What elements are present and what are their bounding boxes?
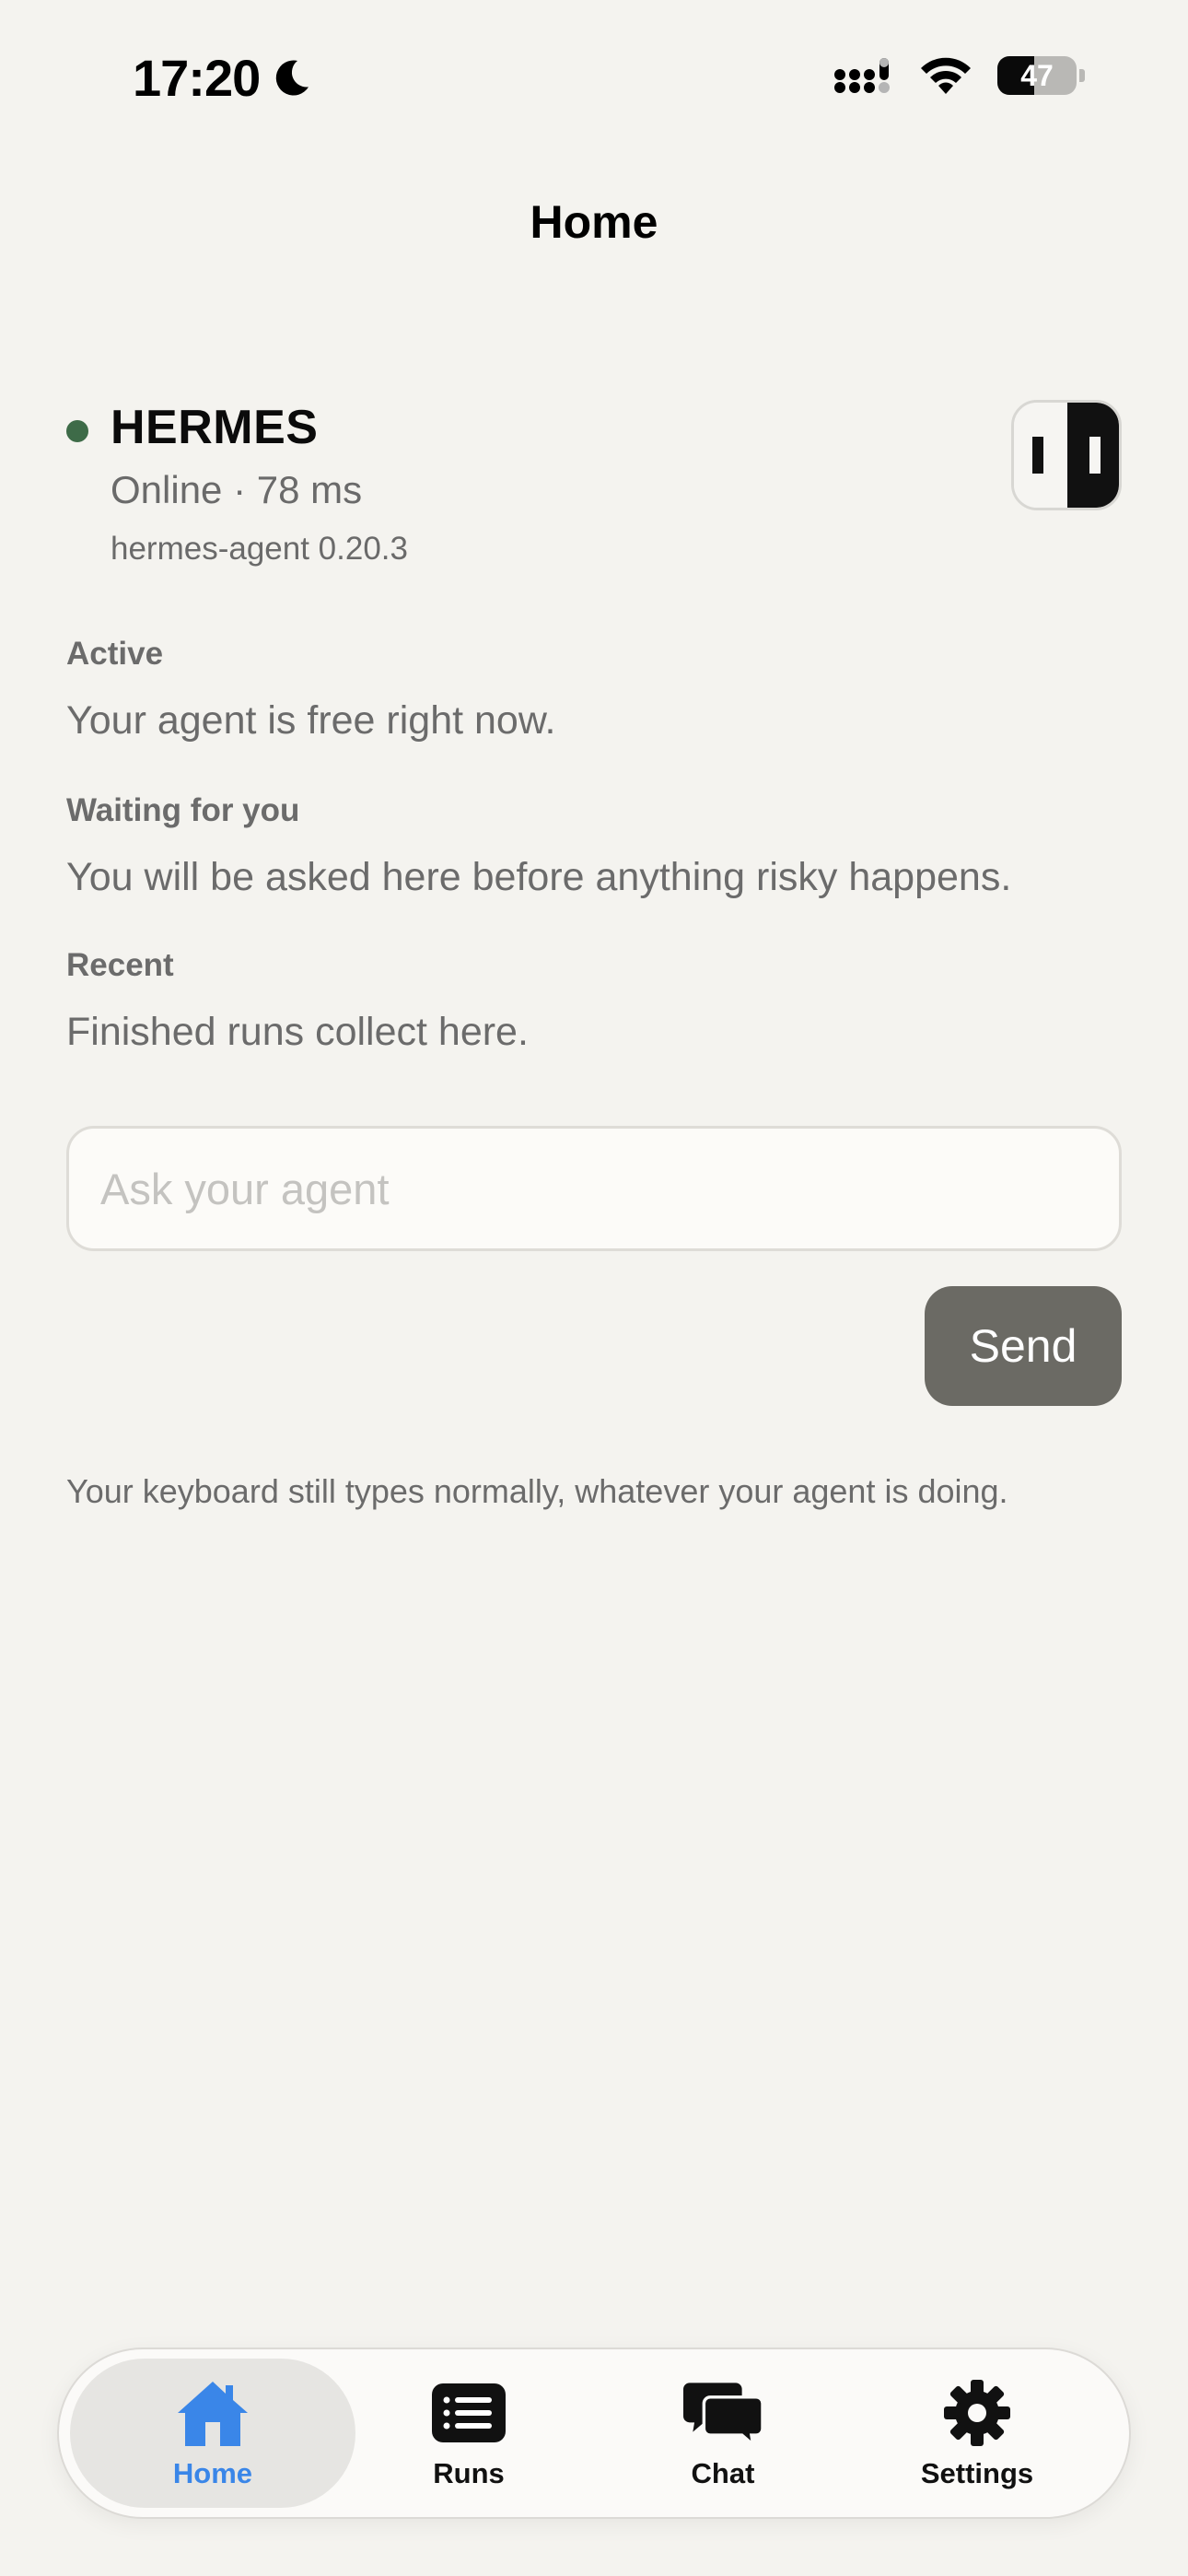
tab-chat-label: Chat [691, 2457, 755, 2489]
tab-bar: Home Runs Chat Settings [57, 2348, 1131, 2519]
chat-bubbles-icon [683, 2376, 763, 2450]
tab-home[interactable]: Home [70, 2359, 355, 2508]
tab-runs-label: Runs [433, 2457, 505, 2489]
tab-chat[interactable]: Chat [580, 2359, 866, 2508]
agent-version: hermes-agent 0.20.3 [111, 531, 408, 567]
ask-agent-input[interactable] [66, 1126, 1122, 1251]
battery-cap [1079, 69, 1085, 82]
active-section-text: Your agent is free right now. [66, 698, 556, 743]
waiting-section-label: Waiting for you [66, 792, 300, 828]
agent-status: Online · 78 ms [111, 468, 363, 511]
gear-icon [938, 2376, 1017, 2450]
status-bar-indicators: 47 [833, 55, 1085, 96]
agent-logo-icon [1014, 403, 1119, 508]
home-icon [173, 2376, 252, 2450]
clock-text: 17:20 [133, 49, 261, 107]
agent-logo-button[interactable] [1011, 400, 1122, 510]
recent-section-text: Finished runs collect here. [66, 1010, 529, 1054]
active-section-label: Active [66, 636, 164, 672]
tab-settings-label: Settings [920, 2457, 1034, 2489]
status-bar-time: 17:20 [133, 48, 313, 108]
online-status-dot [66, 420, 88, 442]
moon-icon [276, 60, 309, 96]
list-icon [429, 2376, 508, 2450]
tab-settings[interactable]: Settings [834, 2359, 1120, 2508]
keyboard-hint: Your keyboard still types normally, what… [66, 1472, 1008, 1510]
send-button[interactable]: Send [925, 1286, 1122, 1406]
wifi-icon [921, 57, 971, 94]
recent-section-label: Recent [66, 947, 174, 983]
home-screen: 17:20 47 Home HERMES Online · 78 ms herm… [0, 0, 1188, 2576]
battery-indicator: 47 [997, 56, 1085, 95]
page-title: Home [530, 196, 658, 248]
battery-body: 47 [997, 56, 1077, 95]
agent-name: HERMES [111, 401, 319, 454]
waiting-section-text: You will be asked here before anything r… [66, 855, 1012, 899]
tab-home-label: Home [172, 2457, 253, 2489]
cellular-signal-icon [834, 58, 890, 93]
battery-level: 47 [1020, 58, 1054, 92]
tab-runs[interactable]: Runs [326, 2359, 611, 2508]
